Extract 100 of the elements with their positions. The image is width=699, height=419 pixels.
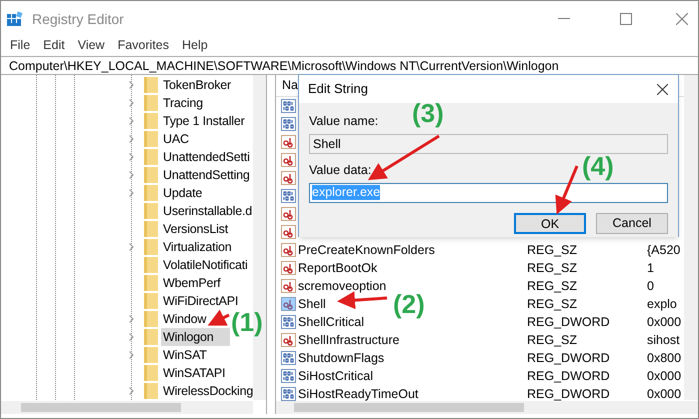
chevron-icon[interactable] bbox=[129, 99, 134, 107]
tree-item[interactable]: WinSAT bbox=[161, 346, 209, 364]
folder-icon bbox=[144, 113, 158, 129]
value-name[interactable]: SiHostReadyTimeOut bbox=[298, 386, 418, 401]
folder-icon bbox=[144, 293, 158, 309]
tree-item[interactable]: Update bbox=[161, 184, 204, 202]
selected-text: explorer.exe bbox=[312, 185, 380, 200]
tree-item[interactable]: WiFiDirectAPI bbox=[161, 292, 240, 310]
table-cell: REG_SZ bbox=[527, 260, 578, 275]
menu-item[interactable]: View bbox=[78, 36, 105, 55]
column-header[interactable]: Na bbox=[282, 76, 298, 95]
folder-icon bbox=[144, 329, 158, 345]
folder-icon bbox=[144, 131, 158, 147]
table-cell-text: 1 bbox=[647, 260, 654, 277]
chevron-icon[interactable] bbox=[129, 171, 134, 179]
folder-icon bbox=[144, 95, 158, 111]
value-name[interactable]: ShellInfrastructure bbox=[298, 332, 400, 347]
value-name[interactable]: Shell bbox=[298, 296, 326, 311]
chevron-icon[interactable] bbox=[129, 135, 134, 143]
scrollbar-thumb[interactable] bbox=[294, 403, 524, 412]
table-cell: REG_SZ bbox=[527, 296, 578, 311]
dialog-title: Edit String bbox=[308, 80, 368, 98]
table-cell: REG_SZ bbox=[527, 242, 578, 257]
tree-item[interactable]: UAC bbox=[161, 130, 191, 148]
field-label: Value data: bbox=[309, 162, 372, 179]
value-name[interactable]: ShutdownFlags bbox=[298, 350, 384, 365]
tree-item[interactable]: VolatileNotificati bbox=[161, 256, 250, 274]
maximize-icon[interactable] bbox=[620, 13, 632, 25]
value-name[interactable]: scremoveoption bbox=[298, 278, 386, 293]
table-cell: REG_DWORD bbox=[527, 314, 610, 329]
chevron-icon[interactable] bbox=[129, 153, 134, 161]
tree-item[interactable]: WirelessDocking bbox=[161, 382, 256, 400]
menu-item[interactable]: Help bbox=[182, 36, 208, 55]
chevron-icon[interactable] bbox=[129, 315, 134, 323]
menu-item[interactable]: Favorites bbox=[118, 36, 169, 55]
tree-item[interactable]: TokenBroker bbox=[161, 76, 233, 94]
table-cell: REG_DWORD bbox=[527, 350, 610, 365]
tree-item[interactable]: Type 1 Installer bbox=[161, 112, 247, 130]
folder-icon bbox=[144, 257, 158, 273]
folder-icon bbox=[144, 383, 158, 399]
chevron-icon[interactable] bbox=[129, 243, 134, 251]
folder-icon bbox=[144, 77, 158, 93]
cancel-button[interactable]: Cancel bbox=[596, 212, 668, 234]
menu-item[interactable]: File bbox=[10, 36, 30, 55]
chevron-icon[interactable] bbox=[129, 351, 134, 359]
tree-item[interactable]: Userinstallable.d bbox=[161, 202, 254, 220]
close-icon[interactable] bbox=[657, 84, 668, 94]
minimize-icon[interactable] bbox=[558, 18, 570, 20]
step-label: (1) bbox=[231, 309, 263, 335]
step-label: (3) bbox=[412, 100, 444, 126]
menu-item[interactable]: Edit bbox=[43, 36, 65, 55]
value-name[interactable]: ReportBootOk bbox=[298, 260, 378, 275]
tree-item[interactable]: Tracing bbox=[161, 94, 205, 112]
folder-icon bbox=[144, 275, 158, 291]
table-cell-text: 0x000 bbox=[647, 314, 682, 331]
table-cell-text: 0 bbox=[647, 278, 654, 295]
folder-icon bbox=[144, 185, 158, 201]
table-cell: REG_DWORD bbox=[527, 368, 610, 383]
value-name[interactable]: SiHostCritical bbox=[298, 368, 374, 383]
table-cell-text: {A520 bbox=[647, 242, 680, 259]
value-name[interactable]: ShellCritical bbox=[298, 314, 364, 329]
table-cell-text: sihost bbox=[647, 332, 680, 349]
horizontal-scrollbar[interactable] bbox=[1, 401, 253, 414]
table-cell: REG_DWORD bbox=[527, 386, 610, 401]
vertical-scrollbar[interactable] bbox=[684, 75, 698, 400]
value-name[interactable]: PreCreateKnownFolders bbox=[298, 242, 435, 257]
chevron-icon[interactable] bbox=[129, 387, 134, 395]
step-label: (4) bbox=[582, 153, 614, 179]
chevron-icon[interactable] bbox=[129, 117, 134, 125]
tree-item[interactable]: Winlogon bbox=[161, 328, 230, 346]
scrollbar-thumb[interactable] bbox=[21, 403, 181, 412]
tree-item[interactable]: UnattendedSetti bbox=[161, 148, 252, 166]
tree-item[interactable]: WinSATAPI bbox=[161, 364, 228, 382]
chevron-icon[interactable] bbox=[129, 81, 134, 89]
table-cell-text: 0x800 bbox=[647, 350, 682, 367]
table-cell-text: explo bbox=[647, 296, 677, 313]
folder-icon bbox=[144, 365, 158, 381]
folder-icon bbox=[144, 203, 158, 219]
step-label: (2) bbox=[393, 291, 425, 317]
folder-icon bbox=[144, 149, 158, 165]
window-title: Registry Editor bbox=[32, 10, 124, 29]
tree-item[interactable]: WbemPerf bbox=[161, 274, 222, 292]
chevron-icon[interactable] bbox=[129, 189, 134, 197]
tree-item[interactable]: Window bbox=[161, 310, 208, 328]
folder-icon bbox=[144, 167, 158, 183]
table-cell-text: 0x000 bbox=[647, 368, 682, 385]
table-cell-text: 0x000 bbox=[647, 386, 682, 403]
horizontal-scrollbar[interactable] bbox=[276, 401, 698, 414]
value-name-field[interactable]: Shell bbox=[309, 134, 668, 154]
chevron-icon[interactable] bbox=[129, 333, 134, 341]
ok-button[interactable]: OK bbox=[514, 212, 586, 234]
folder-icon bbox=[144, 347, 158, 363]
folder-icon bbox=[144, 221, 158, 237]
folder-icon bbox=[144, 311, 158, 327]
table-cell: REG_SZ bbox=[527, 278, 578, 293]
tree-item[interactable]: Virtualization bbox=[161, 238, 234, 256]
field-label: Value name: bbox=[309, 113, 378, 130]
table-cell: REG_SZ bbox=[527, 332, 578, 347]
tree-item[interactable]: VersionsList bbox=[161, 220, 230, 238]
tree-item[interactable]: UnattendSetting bbox=[161, 166, 252, 184]
